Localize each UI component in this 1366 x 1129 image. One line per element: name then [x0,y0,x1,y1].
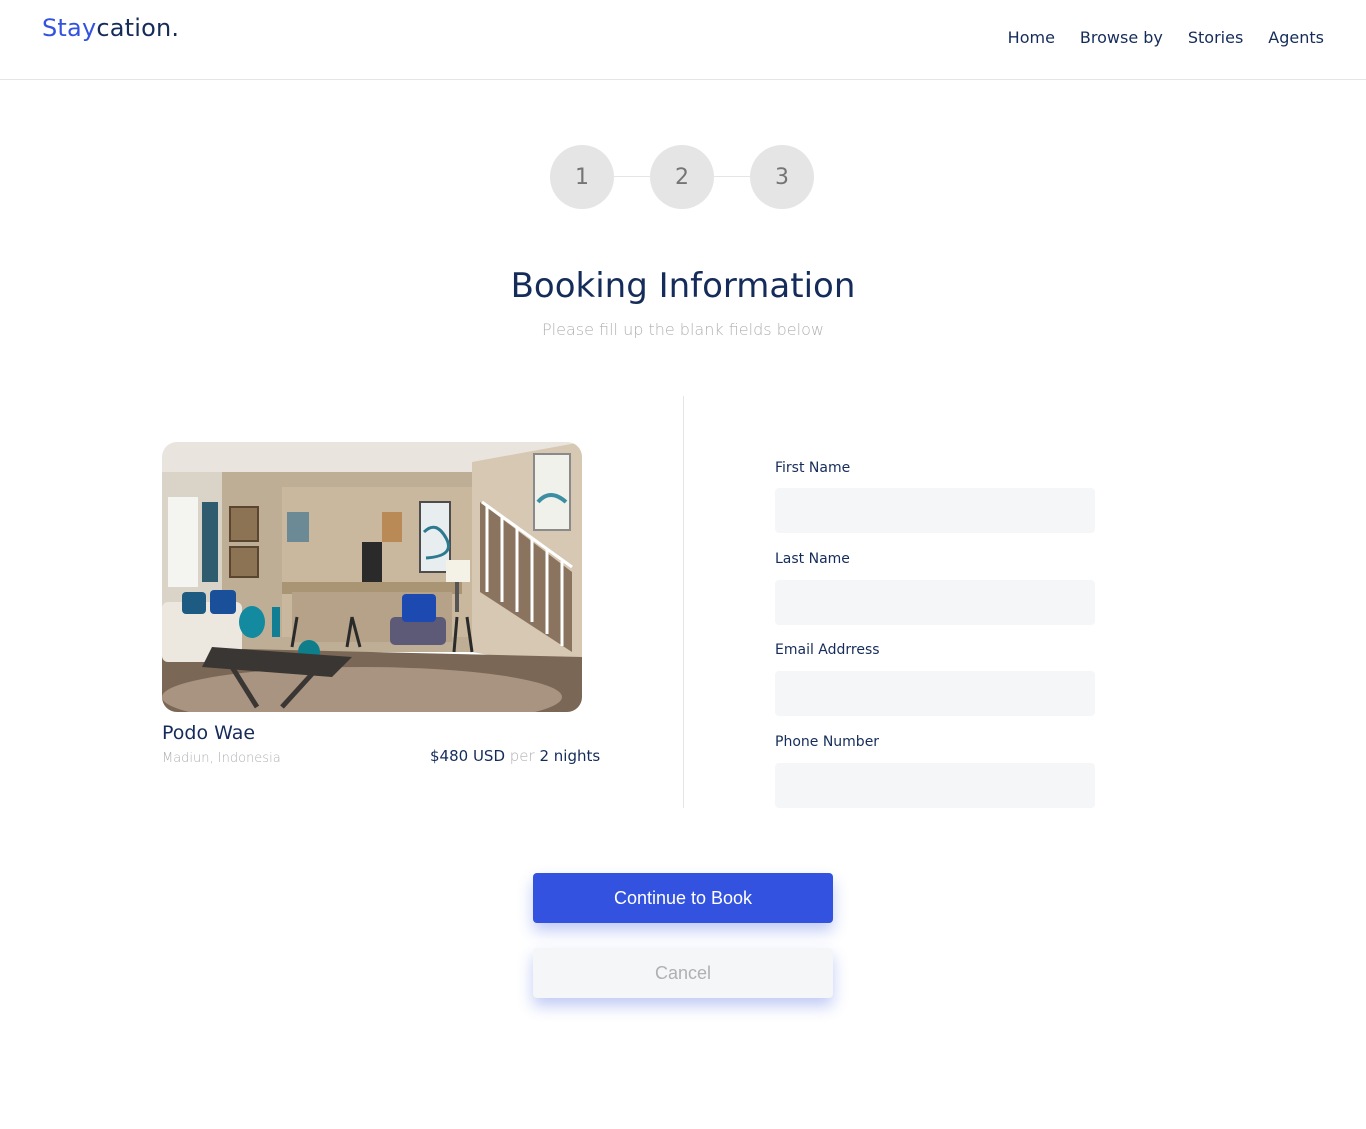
last-name-field[interactable] [775,580,1095,625]
step-1[interactable]: 1 [550,145,614,209]
continue-to-book-button[interactable]: Continue to Book [533,873,833,923]
property-name: Podo Wae [162,722,256,744]
nav-agents[interactable]: Agents [1268,28,1324,47]
site-header: Staycation. Home Browse by Stories Agent… [0,0,1366,80]
email-field[interactable] [775,671,1095,716]
phone-field[interactable] [775,763,1095,808]
first-name-field[interactable] [775,488,1095,533]
page-subtitle: Please fill up the blank fields below [542,320,824,339]
email-label: Email Addrress [775,642,880,658]
nav-home[interactable]: Home [1008,28,1055,47]
nav-browse-by[interactable]: Browse by [1080,28,1163,47]
property-price: $480 USD per 2 nights [430,747,600,765]
page-title: Booking Information [510,266,856,306]
stepper-connector [614,176,650,177]
main-nav: Home Browse by Stories Agents [1008,28,1324,47]
stepper-connector [714,176,750,177]
brand-logo-part1: Stay [42,14,97,42]
step-2[interactable]: 2 [650,145,714,209]
step-3[interactable]: 3 [750,145,814,209]
property-photo [162,442,582,712]
section-divider [683,396,684,808]
nav-stories[interactable]: Stories [1188,28,1243,47]
price-amount: $480 USD [430,747,505,765]
brand-logo[interactable]: Staycation. [42,14,179,42]
brand-logo-part2: cation. [96,14,180,42]
cancel-button[interactable]: Cancel [533,948,833,998]
phone-label: Phone Number [775,734,880,750]
last-name-label: Last Name [775,551,850,567]
property-location: Madiun, Indonesia [162,751,281,766]
price-per: per [509,747,535,765]
booking-stepper: 1 2 3 [550,145,814,209]
first-name-label: First Name [775,460,851,476]
price-duration: 2 nights [539,747,601,765]
